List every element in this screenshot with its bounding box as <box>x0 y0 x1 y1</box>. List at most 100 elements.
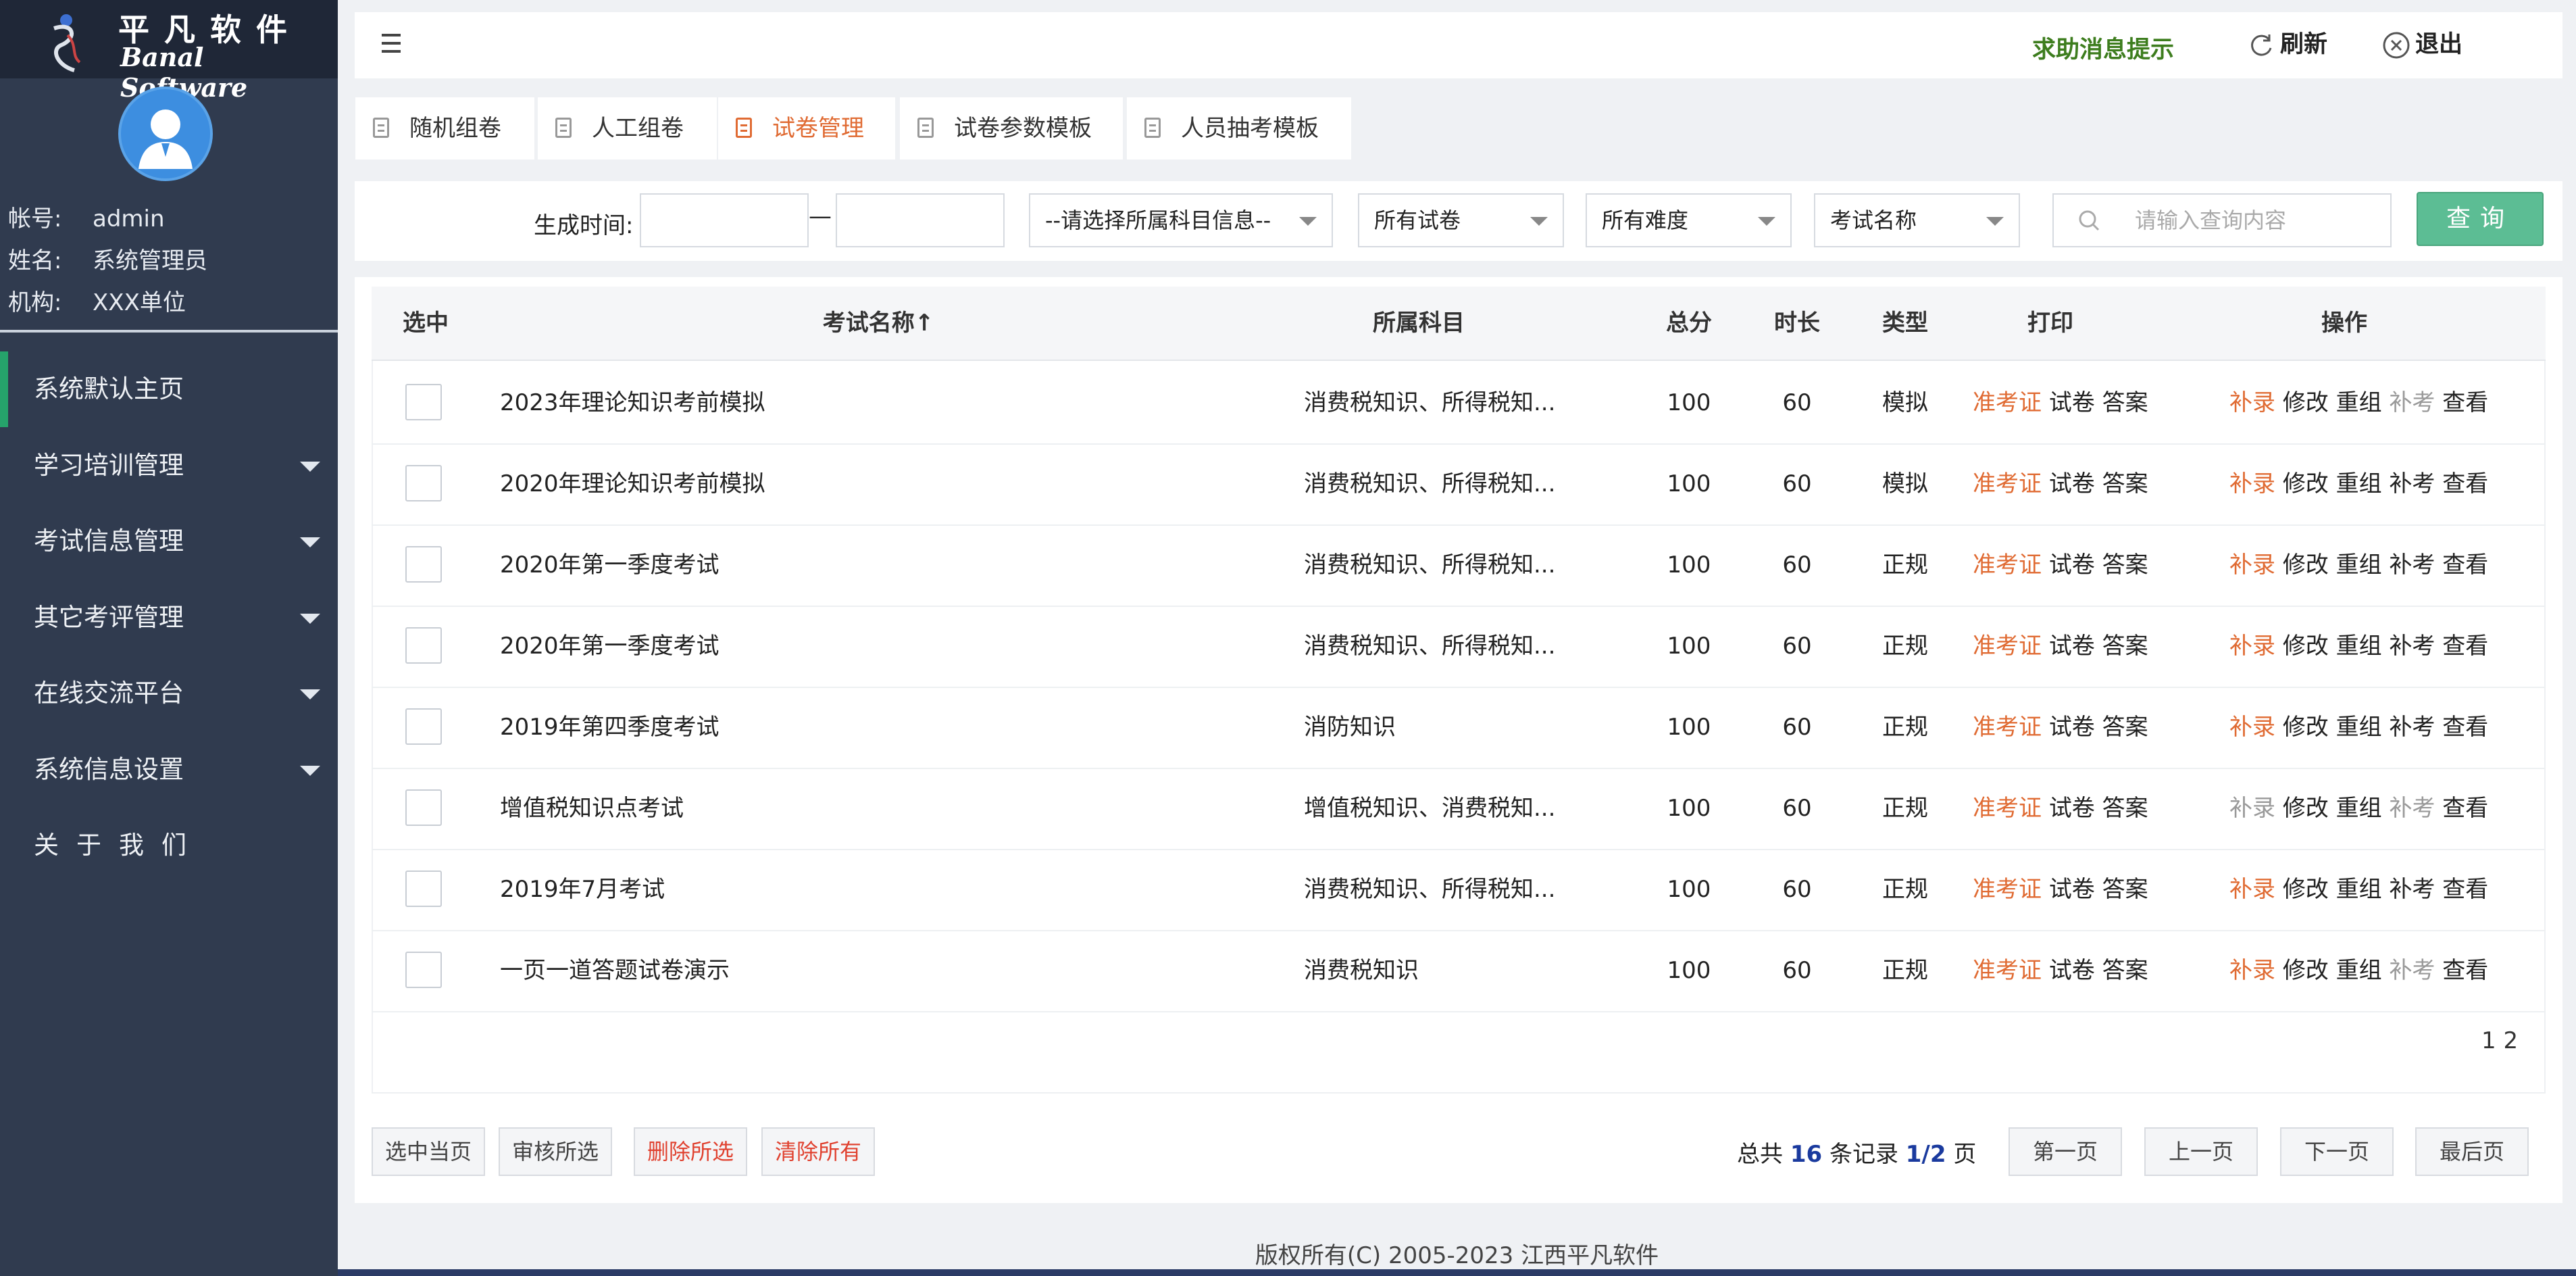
print-paper-link[interactable]: 试卷 <box>2049 876 2095 903</box>
edit-link[interactable]: 修改 <box>2283 470 2329 497</box>
page-number-links[interactable]: 1 2 <box>2481 1027 2518 1054</box>
supplement-link[interactable]: 补录 <box>2229 714 2275 741</box>
print-paper-link[interactable]: 试卷 <box>2049 551 2095 579</box>
help-messages-link[interactable]: 求助消息提示 <box>2032 30 2174 65</box>
makeup-exam-link[interactable]: 补考 <box>2389 795 2435 822</box>
print-paper-link[interactable]: 试卷 <box>2049 633 2095 660</box>
view-link[interactable]: 查看 <box>2442 876 2488 903</box>
refresh-button[interactable]: 刷新 <box>2246 28 2327 61</box>
print-answer-link[interactable]: 答案 <box>2102 795 2148 822</box>
supplement-link[interactable]: 补录 <box>2229 389 2275 416</box>
print-answer-link[interactable]: 答案 <box>2102 633 2148 660</box>
regroup-link[interactable]: 重组 <box>2336 876 2382 903</box>
tab-paper-management[interactable]: 试卷管理 <box>718 97 895 160</box>
next-page-button[interactable]: 下一页 <box>2280 1127 2394 1176</box>
nav-item-home[interactable]: 系统默认主页 <box>0 351 338 427</box>
edit-link[interactable]: 修改 <box>2283 389 2329 416</box>
regroup-link[interactable]: 重组 <box>2336 957 2382 984</box>
print-answer-link[interactable]: 答案 <box>2102 714 2148 741</box>
row-checkbox[interactable] <box>405 708 442 745</box>
subject-select[interactable]: --请选择所属科目信息-- <box>1029 193 1333 247</box>
print-answer-link[interactable]: 答案 <box>2102 876 2148 903</box>
date-end-input[interactable] <box>836 193 1005 247</box>
edit-link[interactable]: 修改 <box>2283 876 2329 903</box>
makeup-exam-link[interactable]: 补考 <box>2389 876 2435 903</box>
prev-page-button[interactable]: 上一页 <box>2144 1127 2258 1176</box>
makeup-exam-link[interactable]: 补考 <box>2389 389 2435 416</box>
delete-selected-button[interactable]: 删除所选 <box>634 1127 747 1176</box>
supplement-link[interactable]: 补录 <box>2229 876 2275 903</box>
row-checkbox[interactable] <box>405 789 442 826</box>
print-ticket-link[interactable]: 准考证 <box>1973 876 2042 903</box>
makeup-exam-link[interactable]: 补考 <box>2389 633 2435 660</box>
nav-item-forum[interactable]: 在线交流平台 <box>0 656 338 731</box>
print-answer-link[interactable]: 答案 <box>2102 389 2148 416</box>
nav-item-other-eval[interactable]: 其它考评管理 <box>0 580 338 656</box>
nav-item-exam-info[interactable]: 考试信息管理 <box>0 504 338 579</box>
date-start-input[interactable] <box>640 193 809 247</box>
print-paper-link[interactable]: 试卷 <box>2049 795 2095 822</box>
row-checkbox[interactable] <box>405 465 442 501</box>
nav-item-training[interactable]: 学习培训管理 <box>0 428 338 504</box>
makeup-exam-link[interactable]: 补考 <box>2389 714 2435 741</box>
edit-link[interactable]: 修改 <box>2283 957 2329 984</box>
row-checkbox[interactable] <box>405 870 442 907</box>
edit-link[interactable]: 修改 <box>2283 714 2329 741</box>
col-exam-name[interactable]: 考试名称↑ <box>763 287 993 360</box>
view-link[interactable]: 查看 <box>2442 714 2488 741</box>
print-answer-link[interactable]: 答案 <box>2102 957 2148 984</box>
query-button[interactable]: 查询 <box>2417 192 2544 246</box>
paper-type-select[interactable]: 所有试卷 <box>1358 193 1564 247</box>
print-ticket-link[interactable]: 准考证 <box>1973 389 2042 416</box>
nav-item-about[interactable]: 关于我们 <box>0 808 338 883</box>
menu-toggle-icon[interactable] <box>382 34 401 54</box>
tab-person-sampling-template[interactable]: 人员抽考模板 <box>1127 97 1351 160</box>
nav-item-system-settings[interactable]: 系统信息设置 <box>0 732 338 808</box>
row-checkbox[interactable] <box>405 546 442 583</box>
print-paper-link[interactable]: 试卷 <box>2049 957 2095 984</box>
tab-manual-paper[interactable]: 人工组卷 <box>538 97 717 160</box>
row-checkbox[interactable] <box>405 627 442 664</box>
makeup-exam-link[interactable]: 补考 <box>2389 470 2435 497</box>
last-page-button[interactable]: 最后页 <box>2415 1127 2529 1176</box>
edit-link[interactable]: 修改 <box>2283 795 2329 822</box>
regroup-link[interactable]: 重组 <box>2336 470 2382 497</box>
logout-button[interactable]: 退出 <box>2381 28 2463 61</box>
supplement-link[interactable]: 补录 <box>2229 795 2275 822</box>
print-ticket-link[interactable]: 准考证 <box>1973 795 2042 822</box>
supplement-link[interactable]: 补录 <box>2229 957 2275 984</box>
print-paper-link[interactable]: 试卷 <box>2049 389 2095 416</box>
makeup-exam-link[interactable]: 补考 <box>2389 551 2435 579</box>
first-page-button[interactable]: 第一页 <box>2009 1127 2122 1176</box>
print-ticket-link[interactable]: 准考证 <box>1973 957 2042 984</box>
view-link[interactable]: 查看 <box>2442 633 2488 660</box>
print-ticket-link[interactable]: 准考证 <box>1973 470 2042 497</box>
tab-paper-param-template[interactable]: 试卷参数模板 <box>900 97 1123 160</box>
view-link[interactable]: 查看 <box>2442 795 2488 822</box>
view-link[interactable]: 查看 <box>2442 470 2488 497</box>
regroup-link[interactable]: 重组 <box>2336 389 2382 416</box>
makeup-exam-link[interactable]: 补考 <box>2389 957 2435 984</box>
print-answer-link[interactable]: 答案 <box>2102 470 2148 497</box>
search-input[interactable]: 请输入查询内容 <box>2052 193 2392 247</box>
print-answer-link[interactable]: 答案 <box>2102 551 2148 579</box>
regroup-link[interactable]: 重组 <box>2336 551 2382 579</box>
print-paper-link[interactable]: 试卷 <box>2049 470 2095 497</box>
edit-link[interactable]: 修改 <box>2283 633 2329 660</box>
view-link[interactable]: 查看 <box>2442 389 2488 416</box>
view-link[interactable]: 查看 <box>2442 551 2488 579</box>
difficulty-select[interactable]: 所有难度 <box>1586 193 1792 247</box>
regroup-link[interactable]: 重组 <box>2336 795 2382 822</box>
edit-link[interactable]: 修改 <box>2283 551 2329 579</box>
clear-all-button[interactable]: 清除所有 <box>761 1127 875 1176</box>
supplement-link[interactable]: 补录 <box>2229 470 2275 497</box>
print-ticket-link[interactable]: 准考证 <box>1973 633 2042 660</box>
view-link[interactable]: 查看 <box>2442 957 2488 984</box>
print-ticket-link[interactable]: 准考证 <box>1973 551 2042 579</box>
search-field-select[interactable]: 考试名称 <box>1814 193 2020 247</box>
tab-random-paper[interactable]: 随机组卷 <box>355 97 534 160</box>
select-page-button[interactable]: 选中当页 <box>372 1127 485 1176</box>
row-checkbox[interactable] <box>405 384 442 420</box>
supplement-link[interactable]: 补录 <box>2229 551 2275 579</box>
row-checkbox[interactable] <box>405 952 442 988</box>
